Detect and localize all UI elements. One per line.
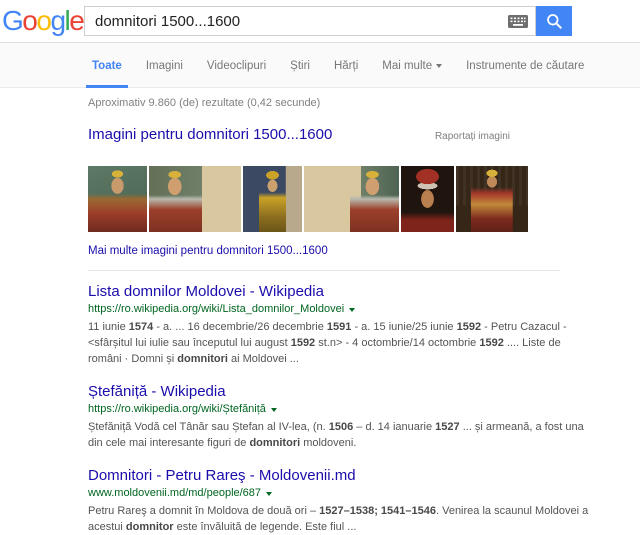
result-type-tabbar: Toate Imagini Videoclipuri Știri Hărți M…	[0, 43, 640, 88]
logo-letter: e	[69, 5, 83, 36]
result-stats: Aproximativ 9.860 (de) rezultate (0,42 s…	[88, 97, 640, 109]
result-title-link[interactable]: Ștefăniță - Wikipedia	[88, 383, 226, 400]
result-snippet: 11 iunie 1574 - a. ... 16 decembrie/26 d…	[88, 319, 593, 367]
image-thumbnail[interactable]	[456, 166, 528, 232]
result-url-row: https://ro.wikipedia.org/wiki/Ștefăniță	[88, 403, 593, 416]
search-box	[84, 6, 536, 36]
image-thumbnail-strip	[88, 166, 640, 232]
result-url: https://ro.wikipedia.org/wiki/Ștefăniță	[88, 403, 266, 416]
tab-videoclipuri[interactable]: Videoclipuri	[204, 46, 269, 86]
images-for-query-link[interactable]: Imagini pentru domnitori 1500...1600	[88, 126, 332, 143]
tab-stiri[interactable]: Știri	[287, 46, 313, 86]
section-divider	[88, 270, 560, 271]
logo-letter: g	[50, 5, 64, 36]
more-images-link[interactable]: Mai multe imagini pentru domnitori 1500.…	[88, 245, 328, 257]
logo-letter: o	[22, 5, 36, 36]
logo-letter: o	[36, 5, 50, 36]
tab-imagini[interactable]: Imagini	[143, 46, 186, 86]
tab-instrumente-cautare[interactable]: Instrumente de căutare	[463, 46, 587, 86]
logo-letter: G	[2, 5, 22, 36]
google-logo[interactable]: Google	[2, 5, 83, 37]
results-area: Aproximativ 9.860 (de) rezultate (0,42 s…	[0, 97, 640, 535]
result-url-row: https://ro.wikipedia.org/wiki/Lista_domn…	[88, 303, 593, 316]
report-images-link[interactable]: Raportați imagini	[435, 131, 510, 142]
search-result: Ștefăniță - Wikipedia https://ro.wikiped…	[88, 383, 593, 451]
result-options-arrow-icon[interactable]	[271, 408, 277, 412]
search-result: Domnitori - Petru Rareş - Moldovenii.md …	[88, 467, 593, 535]
images-block-header: Imagini pentru domnitori 1500...1600 Rap…	[88, 126, 510, 143]
tab-harti[interactable]: Hărți	[331, 46, 361, 86]
chevron-down-icon	[436, 64, 442, 68]
search-input[interactable]	[85, 7, 505, 35]
result-snippet: Ștefăniță Vodă cel Tânăr sau Ștefan al I…	[88, 419, 593, 451]
result-url: www.moldovenii.md/md/people/687	[88, 487, 261, 500]
image-thumbnail[interactable]	[88, 166, 147, 232]
image-thumbnail[interactable]	[243, 166, 302, 232]
result-url-row: www.moldovenii.md/md/people/687	[88, 487, 593, 500]
image-thumbnail[interactable]	[304, 166, 399, 232]
search-button[interactable]	[536, 6, 572, 36]
image-thumbnail[interactable]	[149, 166, 241, 232]
tab-mai-multe[interactable]: Mai multe	[379, 46, 445, 86]
keyboard-icon[interactable]	[505, 11, 531, 31]
search-header: Google	[0, 0, 640, 43]
tab-toate[interactable]: Toate	[89, 46, 125, 86]
organic-results: Lista domnilor Moldovei - Wikipedia http…	[88, 283, 640, 535]
result-options-arrow-icon[interactable]	[266, 492, 272, 496]
search-result: Lista domnilor Moldovei - Wikipedia http…	[88, 283, 593, 367]
result-title-link[interactable]: Lista domnilor Moldovei - Wikipedia	[88, 283, 324, 300]
result-options-arrow-icon[interactable]	[349, 308, 355, 312]
image-thumbnail[interactable]	[401, 166, 454, 232]
result-url: https://ro.wikipedia.org/wiki/Lista_domn…	[88, 303, 344, 316]
result-title-link[interactable]: Domnitori - Petru Rareş - Moldovenii.md	[88, 467, 356, 484]
magnifier-icon	[546, 13, 563, 30]
result-snippet: Petru Rareş a domnit în Moldova de două …	[88, 503, 593, 535]
